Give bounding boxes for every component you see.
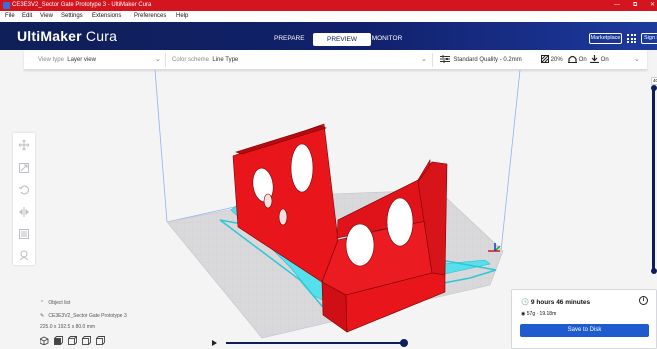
window-titlebar: CE3E3V2_Sector Gate Prototype 3 - UltiMa… <box>0 0 657 11</box>
view-front-icon <box>54 336 63 345</box>
support-value: On <box>578 57 587 63</box>
chevron-down-icon: ⌄ <box>155 56 161 63</box>
layer-slider-track[interactable] <box>652 88 655 272</box>
quality-profile: Standard Quality - 0.2mm <box>453 57 522 63</box>
transform-tools <box>13 133 35 265</box>
maximize-button[interactable]: ⧉ <box>633 0 637 11</box>
app-header: UltiMaker Cura PREPARE PREVIEW MONITOR M… <box>0 22 657 50</box>
adhesion-value: On <box>600 57 609 63</box>
mirror-icon[interactable] <box>19 207 29 217</box>
layer-slider-top-handle[interactable] <box>651 85 657 91</box>
material-usage: 57g · 19.18m <box>526 311 557 317</box>
tab-monitor[interactable]: MONITOR <box>370 32 404 45</box>
minimize-button[interactable]: — <box>614 0 620 11</box>
support-blocker-icon[interactable] <box>19 250 29 260</box>
print-summary-panel: 🕓 9 hours 46 minutes i ◉ 57g · 19.18m Sa… <box>511 289 657 349</box>
infill-icon <box>541 55 549 64</box>
print-settings-button[interactable]: Standard Quality - 0.2mm <box>440 50 522 70</box>
scale-icon[interactable] <box>19 163 29 173</box>
tab-preview[interactable]: PREVIEW <box>313 33 371 46</box>
menu-bar: File Edit View Settings Extensions Prefe… <box>0 11 657 22</box>
color-scheme-value: Line Type <box>212 57 239 63</box>
infill-setting[interactable]: 20% <box>541 50 563 70</box>
play-icon[interactable] <box>212 340 217 346</box>
pencil-icon: ✎ <box>40 313 45 319</box>
marketplace-button[interactable]: Marketplace <box>589 33 622 44</box>
layer-path-slider-handle[interactable] <box>400 339 408 347</box>
menu-settings[interactable]: Settings <box>61 11 83 22</box>
infill-value: 20% <box>550 57 563 63</box>
menu-preferences[interactable]: Preferences <box>134 11 166 22</box>
layer-slider-bottom-handle[interactable] <box>651 268 657 274</box>
window-title: CE3E3V2_Sector Gate Prototype 3 - UltiMa… <box>12 2 152 8</box>
per-model-settings-icon[interactable] <box>19 229 29 239</box>
adhesion-setting[interactable]: On <box>590 50 609 70</box>
support-setting[interactable]: On <box>568 50 587 70</box>
menu-help[interactable]: Help <box>176 11 188 22</box>
info-icon[interactable]: i <box>639 296 648 305</box>
support-icon <box>568 56 577 64</box>
object-name-row[interactable]: ✎ CE3E3V2_Sector Gate Prototype 3 <box>40 313 127 319</box>
sign-in-button[interactable]: Sign in <box>641 33 657 44</box>
spool-icon: ◉ <box>521 311 526 317</box>
view-right-icon <box>96 336 105 345</box>
move-icon[interactable] <box>19 140 29 150</box>
layer-number-label: 40 <box>651 77 657 85</box>
object-dimensions: 225.0 x 192.5 x 80.0 mm <box>40 324 96 330</box>
ultimaker-cura-logo: UltiMaker Cura <box>17 28 118 44</box>
view-settings-toolbar: View type Layer view ⌄ Color scheme Line… <box>24 50 647 70</box>
chevron-up-icon: ⌃ <box>40 300 45 306</box>
tab-prepare[interactable]: PREPARE <box>274 32 305 45</box>
camera-view-buttons <box>39 336 110 347</box>
cura-app-icon <box>3 2 10 9</box>
save-to-disk-button[interactable]: Save to Disk <box>520 324 649 337</box>
chevron-down-icon: ⌄ <box>634 56 640 63</box>
color-scheme-select[interactable]: Color scheme Line Type <box>172 50 238 70</box>
apps-grid-icon[interactable] <box>627 34 636 43</box>
view-left-icon <box>82 336 91 345</box>
settings-sliders-icon <box>440 55 450 63</box>
adhesion-icon <box>590 55 599 64</box>
rotate-icon[interactable] <box>19 185 29 195</box>
layer-slider[interactable]: 40 <box>651 77 657 275</box>
menu-file[interactable]: File <box>5 11 15 22</box>
object-name: CE3E3V2_Sector Gate Prototype 3 <box>48 313 127 319</box>
view-top-icon <box>68 336 77 345</box>
layer-path-slider[interactable] <box>226 342 406 344</box>
material-row: ◉ 57g · 19.18m <box>521 311 556 317</box>
menu-extensions[interactable]: Extensions <box>92 11 121 22</box>
print-time-row: 🕓 9 hours 46 minutes <box>521 298 590 306</box>
clock-icon: 🕓 <box>521 299 530 306</box>
menu-edit[interactable]: Edit <box>22 11 32 22</box>
menu-view[interactable]: View <box>40 11 53 22</box>
view-type-value: Layer view <box>67 57 96 63</box>
print-time: 9 hours 46 minutes <box>530 299 591 306</box>
view-3d-icon <box>39 336 49 346</box>
close-button[interactable]: ✕ <box>650 0 655 11</box>
chevron-down-icon: ⌄ <box>421 56 427 63</box>
view-type-select[interactable]: View type Layer view <box>38 50 96 70</box>
object-list-toggle[interactable]: ⌃ Object list <box>40 300 70 306</box>
